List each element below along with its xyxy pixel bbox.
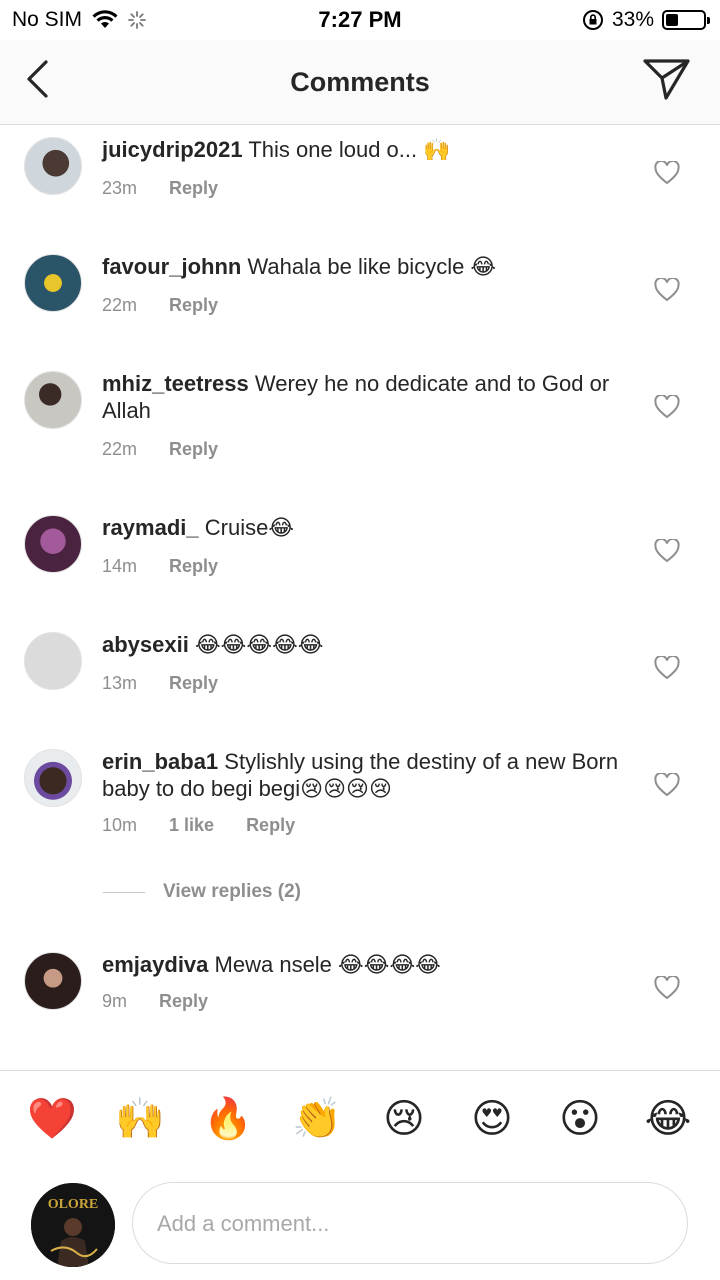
comment-meta: 13m Reply — [102, 673, 218, 694]
avatar[interactable] — [24, 515, 82, 573]
view-replies-button[interactable]: View replies (2) — [103, 881, 301, 903]
comment-text: raymadi_ Cruise😂 — [102, 514, 622, 541]
reply-button[interactable]: Reply — [169, 556, 218, 577]
avatar[interactable] — [24, 137, 82, 195]
reply-button[interactable]: Reply — [169, 439, 218, 460]
comments-header: Comments — [0, 40, 720, 125]
comment-meta: 14m Reply — [102, 556, 218, 577]
reaction-laughing-icon[interactable]: 😂 — [642, 1093, 694, 1145]
view-replies-label: View replies (2) — [163, 881, 301, 902]
comment-text: juicydrip2021 This one loud o... 🙌 — [102, 136, 622, 163]
comment-body: Cruise😂 — [204, 515, 295, 540]
battery-percent: 33% — [611, 8, 654, 31]
heart-icon[interactable] — [654, 539, 680, 563]
comment-body: Mewa nsele 😂😂😂😂 — [214, 952, 441, 977]
likes-count[interactable]: 1 like — [169, 815, 214, 836]
heart-icon[interactable] — [654, 976, 680, 1000]
comment-username[interactable]: emjaydiva — [102, 952, 208, 977]
comment-meta: 22m Reply — [102, 439, 218, 460]
divider-line — [103, 891, 145, 893]
comment-text: abysexii 😂😂😂😂😂 — [102, 631, 622, 658]
avatar[interactable] — [24, 749, 82, 807]
current-user-avatar[interactable]: OLORE — [31, 1183, 115, 1267]
comment-username[interactable]: mhiz_teetress — [102, 371, 249, 396]
comment-time: 22m — [102, 295, 138, 315]
comment-input-container[interactable] — [132, 1182, 688, 1264]
comment-text: favour_johnn Wahala be like bicycle 😂 — [102, 253, 622, 280]
comment-body: Wahala be like bicycle 😂 — [247, 254, 497, 279]
comment-time: 13m — [102, 673, 138, 693]
rotation-lock-icon — [582, 10, 603, 30]
avatar[interactable] — [24, 254, 82, 312]
heart-icon[interactable] — [654, 395, 680, 419]
battery-fill — [666, 14, 678, 26]
direct-message-icon[interactable] — [642, 56, 692, 102]
reaction-clap-icon[interactable]: 👏 — [291, 1093, 343, 1145]
reply-button[interactable]: Reply — [169, 178, 218, 199]
comment-username[interactable]: raymadi_ — [102, 515, 199, 540]
comment-composer: OLORE — [0, 1175, 720, 1280]
reaction-heart-eyes-icon[interactable]: 😍 — [466, 1093, 518, 1145]
reaction-raised-hands-icon[interactable]: 🙌 — [114, 1093, 166, 1145]
comment-time: 9m — [102, 991, 128, 1011]
comment-text: mhiz_teetress Werey he no dedicate and t… — [102, 370, 622, 424]
heart-icon[interactable] — [654, 161, 680, 185]
heart-icon[interactable] — [654, 656, 680, 680]
avatar[interactable] — [24, 371, 82, 429]
reply-button[interactable]: Reply — [169, 673, 218, 694]
comment-username[interactable]: erin_baba1 — [102, 749, 218, 774]
comment-meta: 23m Reply — [102, 178, 218, 199]
comment-username[interactable]: favour_johnn — [102, 254, 241, 279]
comment-username[interactable]: abysexii — [102, 632, 189, 657]
comment-body: 😂😂😂😂😂 — [194, 632, 324, 657]
comment-meta: 9m Reply — [102, 991, 208, 1012]
reaction-crying-icon[interactable]: 😢 — [378, 1093, 430, 1145]
comment-text: erin_baba1 Stylishly using the destiny o… — [102, 748, 622, 802]
page-title: Comments — [290, 67, 430, 97]
comment-time: 23m — [102, 178, 138, 198]
heart-icon[interactable] — [654, 278, 680, 302]
comment-meta: 22m Reply — [102, 295, 218, 316]
comment-time: 22m — [102, 439, 138, 459]
comment-body: This one loud o... 🙌 — [248, 137, 451, 162]
quick-reaction-bar: ❤️ 🙌 🔥 👏 😢 😍 😮 😂 — [0, 1070, 720, 1176]
comment-meta: 10m 1 like Reply — [102, 815, 295, 836]
avatar[interactable] — [24, 632, 82, 690]
status-bar: No SIM 7:27 PM 33% — [0, 0, 720, 40]
comment-text: emjaydiva Mewa nsele 😂😂😂😂 — [102, 951, 622, 978]
battery-icon — [662, 10, 710, 30]
reply-button[interactable]: Reply — [246, 815, 295, 836]
reaction-surprised-icon[interactable]: 😮 — [554, 1093, 606, 1145]
avatar[interactable] — [24, 952, 82, 1010]
comment-time: 14m — [102, 556, 138, 576]
comment-username[interactable]: juicydrip2021 — [102, 137, 243, 162]
comment-input[interactable] — [155, 1203, 659, 1245]
reaction-fire-icon[interactable]: 🔥 — [202, 1093, 254, 1145]
reaction-heart-icon[interactable]: ❤️ — [26, 1093, 78, 1145]
user-avatar-image: OLORE — [31, 1183, 115, 1267]
reply-button[interactable]: Reply — [159, 991, 208, 1012]
avatar-logo-text: OLORE — [48, 1197, 99, 1212]
comment-time: 10m — [102, 815, 138, 835]
reply-button[interactable]: Reply — [169, 295, 218, 316]
heart-icon[interactable] — [654, 773, 680, 797]
comments-list[interactable]: juicydrip2021 This one loud o... 🙌 23m R… — [0, 125, 720, 1070]
